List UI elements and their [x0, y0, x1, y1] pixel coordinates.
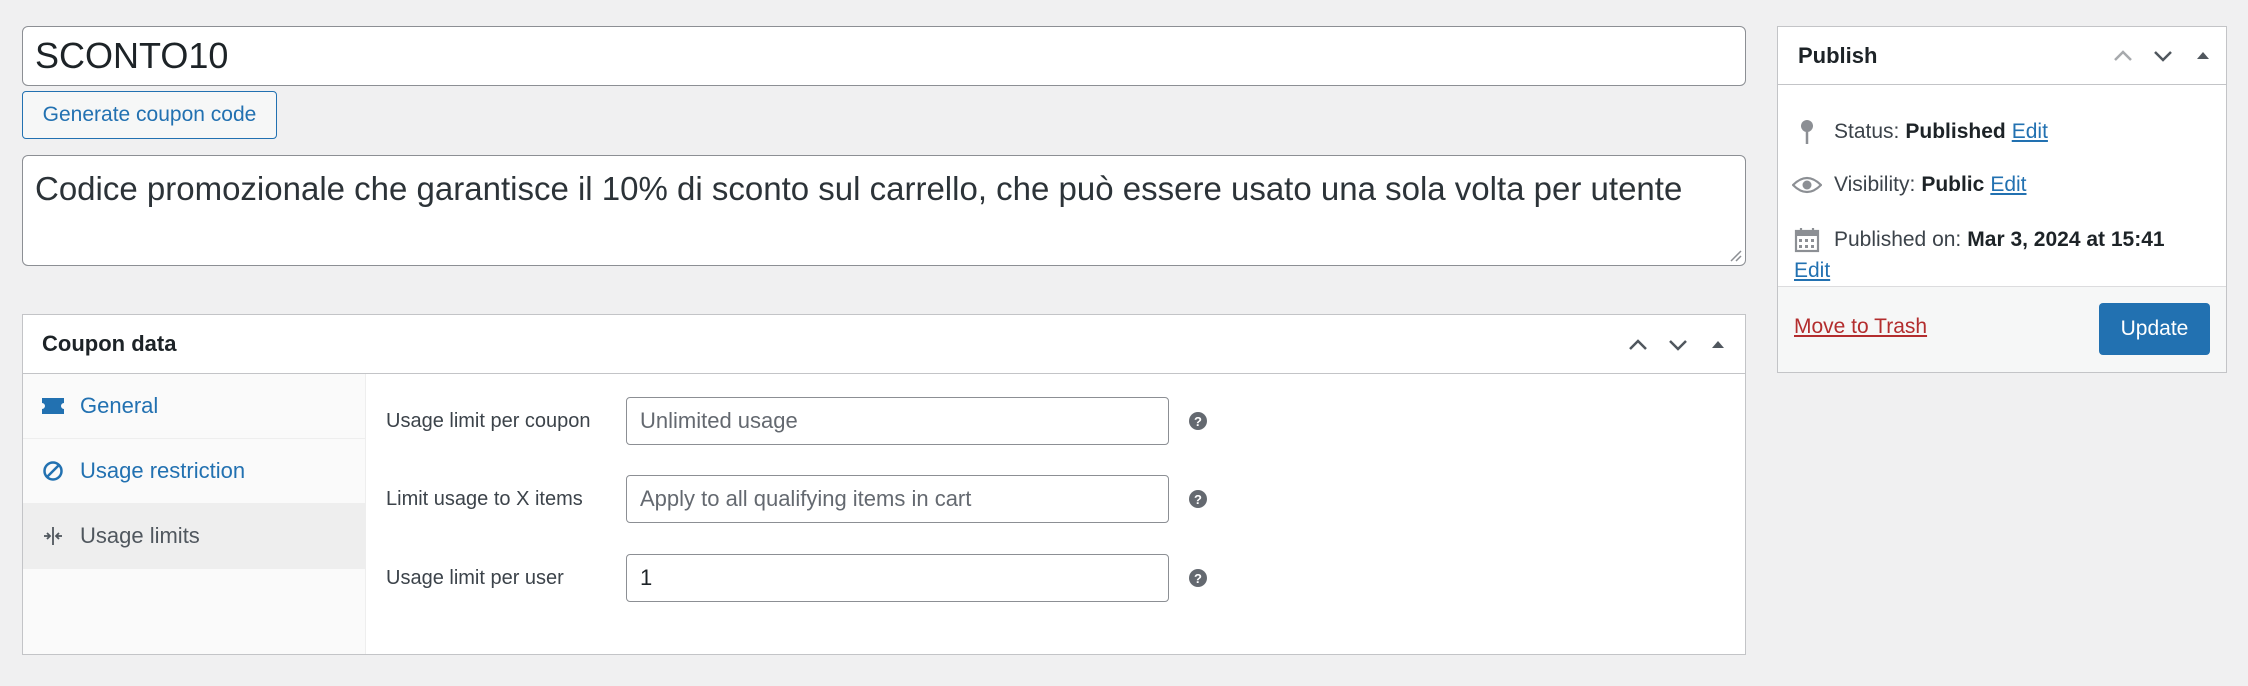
eye-icon [1792, 175, 1822, 195]
visibility-label: Visibility: [1834, 173, 1916, 196]
coupon-code-value: SCONTO10 [35, 35, 229, 76]
publish-date-edit-row: Edit [1794, 259, 1830, 283]
edit-status-link[interactable]: Edit [2012, 120, 2048, 144]
chevron-down-icon[interactable] [1665, 332, 1691, 358]
calendar-icon [1792, 227, 1822, 253]
generate-coupon-code-button[interactable]: Generate coupon code [22, 91, 277, 139]
usage-limit-per-user-label: Usage limit per user [386, 566, 564, 589]
block-icon [39, 457, 67, 485]
usage-limit-per-user-value: 1 [640, 565, 653, 590]
publish-date-row: Published on: Mar 3, 2024 at 15:41 [1778, 227, 2165, 253]
edit-date-link[interactable]: Edit [1794, 259, 1830, 283]
tab-usage-restriction[interactable]: Usage restriction [23, 439, 365, 504]
visibility-value: Public [1921, 173, 1985, 196]
edit-visibility-link[interactable]: Edit [1990, 173, 2026, 197]
published-on-label: Published on: [1834, 228, 1962, 251]
limits-icon [39, 522, 67, 550]
ticket-icon [39, 392, 67, 420]
chevron-up-icon[interactable] [2110, 43, 2136, 69]
resize-grip-icon[interactable] [1728, 248, 1742, 262]
usage-limit-per-user-input[interactable]: 1 [626, 554, 1169, 602]
pin-icon [1792, 119, 1822, 145]
tab-general-label: General [80, 393, 159, 418]
publish-status-row: Status: Published Edit [1778, 119, 2048, 145]
chevron-up-icon[interactable] [1625, 332, 1651, 358]
publish-panel: Publish Status: Published Edit Visibilit… [1777, 26, 2227, 373]
usage-limit-per-user-row: Usage limit per user 1 ? [386, 553, 1207, 603]
status-label: Status: [1834, 120, 1900, 143]
coupon-data-title: Coupon data [42, 331, 177, 356]
move-to-trash-link[interactable]: Move to Trash [1794, 315, 1927, 339]
publish-visibility-row: Visibility: Public Edit [1778, 173, 2027, 197]
usage-limit-per-coupon-placeholder: Unlimited usage [640, 408, 798, 433]
limit-usage-items-placeholder: Apply to all qualifying items in cart [640, 486, 972, 511]
usage-limit-per-coupon-input[interactable]: Unlimited usage [626, 397, 1169, 445]
tab-general[interactable]: General [23, 374, 365, 439]
coupon-data-panel: Coupon data General Usage restriction Us… [22, 314, 1746, 655]
coupon-description-textarea[interactable]: Codice promozionale che garantisce il 10… [22, 155, 1746, 266]
tab-usage-restriction-label: Usage restriction [80, 458, 246, 483]
publish-header: Publish [1778, 27, 2226, 85]
tab-usage-limits[interactable]: Usage limits [23, 504, 365, 569]
coupon-data-tabs: General Usage restriction Usage limits [23, 374, 366, 654]
coupon-data-header: Coupon data [23, 315, 1745, 374]
collapse-toggle-icon[interactable] [1705, 332, 1731, 358]
coupon-code-input[interactable]: SCONTO10 [22, 26, 1746, 86]
usage-limit-per-coupon-label: Usage limit per coupon [386, 409, 591, 432]
help-icon[interactable]: ? [1189, 412, 1207, 430]
tab-usage-limits-label: Usage limits [80, 523, 200, 548]
limit-usage-items-label: Limit usage to X items [386, 487, 583, 510]
publish-actions: Move to Trash Update [1778, 286, 2226, 372]
publish-title: Publish [1798, 42, 1878, 68]
help-icon[interactable]: ? [1189, 490, 1207, 508]
help-icon[interactable]: ? [1189, 569, 1207, 587]
limit-usage-items-row: Limit usage to X items Apply to all qual… [386, 474, 1207, 524]
collapse-toggle-icon[interactable] [2190, 43, 2216, 69]
published-on-value: Mar 3, 2024 at 15:41 [1967, 228, 2165, 251]
coupon-description-text: Codice promozionale che garantisce il 10… [35, 170, 1683, 207]
limit-usage-items-input[interactable]: Apply to all qualifying items in cart [626, 475, 1169, 523]
chevron-down-icon[interactable] [2150, 43, 2176, 69]
usage-limit-per-coupon-row: Usage limit per coupon Unlimited usage ? [386, 396, 1207, 446]
status-value: Published [1905, 120, 2006, 143]
update-button[interactable]: Update [2099, 303, 2210, 355]
